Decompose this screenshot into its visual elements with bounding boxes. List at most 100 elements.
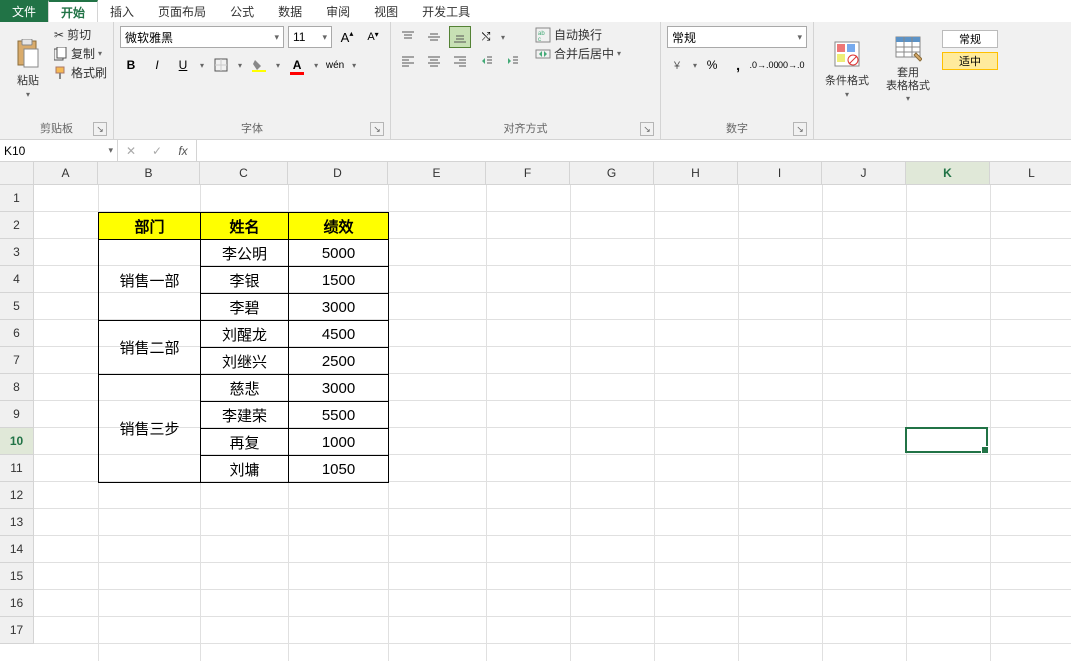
fill-color-button[interactable]: [248, 54, 270, 76]
col-header-G[interactable]: G: [570, 162, 654, 185]
row-header-13[interactable]: 13: [0, 509, 34, 536]
name-cell[interactable]: 李建荣: [201, 402, 289, 429]
formula-input[interactable]: [197, 140, 1071, 161]
col-header-F[interactable]: F: [486, 162, 570, 185]
comma-button[interactable]: ,: [727, 54, 749, 76]
col-header-I[interactable]: I: [738, 162, 822, 185]
wrap-text-button[interactable]: abc 自动换行: [535, 26, 621, 43]
row-header-15[interactable]: 15: [0, 563, 34, 590]
row-header-17[interactable]: 17: [0, 617, 34, 644]
table-header[interactable]: 绩效: [289, 213, 389, 240]
row-header-4[interactable]: 4: [0, 266, 34, 293]
name-cell[interactable]: 李银: [201, 267, 289, 294]
font-color-button[interactable]: A: [286, 54, 308, 76]
table-header[interactable]: 部门: [99, 213, 201, 240]
row-header-5[interactable]: 5: [0, 293, 34, 320]
clipboard-dialog-launcher[interactable]: ↘: [93, 122, 107, 136]
alignment-dialog-launcher[interactable]: ↘: [640, 122, 654, 136]
col-header-J[interactable]: J: [822, 162, 906, 185]
merge-center-button[interactable]: 合并后居中 ▾: [535, 45, 621, 62]
number-dialog-launcher[interactable]: ↘: [793, 122, 807, 136]
tab-insert[interactable]: 插入: [98, 0, 146, 22]
name-cell[interactable]: 刘墉: [201, 456, 289, 483]
perf-cell[interactable]: 2500: [289, 348, 389, 375]
chevron-down-icon[interactable]: ▾: [350, 61, 358, 70]
tab-page-layout[interactable]: 页面布局: [146, 0, 218, 22]
tab-data[interactable]: 数据: [266, 0, 314, 22]
decrease-decimal-button[interactable]: .00→.0: [779, 54, 801, 76]
tab-developer[interactable]: 开发工具: [410, 0, 482, 22]
row-header-11[interactable]: 11: [0, 455, 34, 482]
row-header-16[interactable]: 16: [0, 590, 34, 617]
conditional-format-button[interactable]: 条件格式 ▾: [820, 26, 874, 110]
tab-view[interactable]: 视图: [362, 0, 410, 22]
name-cell[interactable]: 刘醒龙: [201, 321, 289, 348]
align-center-button[interactable]: [423, 50, 445, 72]
cell-style-normal[interactable]: 常规: [942, 30, 998, 48]
row-header-2[interactable]: 2: [0, 212, 34, 239]
dept-cell[interactable]: 销售一部: [99, 240, 201, 321]
row-header-6[interactable]: 6: [0, 320, 34, 347]
table-header[interactable]: 姓名: [201, 213, 289, 240]
tab-review[interactable]: 审阅: [314, 0, 362, 22]
select-all-corner[interactable]: [0, 162, 34, 185]
decrease-indent-button[interactable]: [475, 50, 497, 72]
perf-cell[interactable]: 1500: [289, 267, 389, 294]
cells-area[interactable]: 部门姓名绩效销售一部李公明5000李银1500李碧3000销售二部刘醒龙4500…: [34, 185, 1071, 661]
italic-button[interactable]: I: [146, 54, 168, 76]
bold-button[interactable]: B: [120, 54, 142, 76]
chevron-down-icon[interactable]: ▾: [198, 61, 206, 70]
row-header-9[interactable]: 9: [0, 401, 34, 428]
col-header-H[interactable]: H: [654, 162, 738, 185]
row-header-7[interactable]: 7: [0, 347, 34, 374]
copy-button[interactable]: 复制 ▾: [54, 45, 107, 62]
col-header-K[interactable]: K: [906, 162, 990, 185]
orientation-button[interactable]: ⤭: [475, 26, 497, 48]
name-box[interactable]: K10▾: [0, 140, 118, 161]
row-header-1[interactable]: 1: [0, 185, 34, 212]
perf-cell[interactable]: 5000: [289, 240, 389, 267]
name-cell[interactable]: 慈悲: [201, 375, 289, 402]
borders-button[interactable]: [210, 54, 232, 76]
align-middle-button[interactable]: [423, 26, 445, 48]
percent-button[interactable]: %: [701, 54, 723, 76]
dept-cell[interactable]: 销售二部: [99, 321, 201, 375]
perf-cell[interactable]: 3000: [289, 294, 389, 321]
increase-decimal-button[interactable]: .0→.00: [753, 54, 775, 76]
name-cell[interactable]: 李公明: [201, 240, 289, 267]
col-header-B[interactable]: B: [98, 162, 200, 185]
underline-button[interactable]: U: [172, 54, 194, 76]
col-header-A[interactable]: A: [34, 162, 98, 185]
accounting-format-button[interactable]: ￥: [667, 54, 689, 76]
increase-font-button[interactable]: A▴: [336, 26, 358, 48]
chevron-down-icon[interactable]: ▾: [501, 33, 505, 42]
font-size-select[interactable]: 11▾: [288, 26, 332, 48]
tab-formulas[interactable]: 公式: [218, 0, 266, 22]
row-header-3[interactable]: 3: [0, 239, 34, 266]
cell-style-neutral[interactable]: 适中: [942, 52, 998, 70]
name-cell[interactable]: 刘继兴: [201, 348, 289, 375]
perf-cell[interactable]: 4500: [289, 321, 389, 348]
perf-cell[interactable]: 3000: [289, 375, 389, 402]
row-header-8[interactable]: 8: [0, 374, 34, 401]
col-header-L[interactable]: L: [990, 162, 1071, 185]
perf-cell[interactable]: 1000: [289, 429, 389, 456]
perf-cell[interactable]: 1050: [289, 456, 389, 483]
tab-home[interactable]: 开始: [48, 0, 98, 22]
table-format-button[interactable]: 套用 表格格式 ▾: [878, 26, 938, 110]
number-format-select[interactable]: 常规▾: [667, 26, 807, 48]
cut-button[interactable]: ✂ 剪切: [54, 26, 107, 43]
row-header-10[interactable]: 10: [0, 428, 34, 455]
insert-function-button[interactable]: fx: [170, 140, 196, 161]
chevron-down-icon[interactable]: ▾: [274, 61, 282, 70]
font-family-select[interactable]: 微软雅黑▾: [120, 26, 284, 48]
col-header-C[interactable]: C: [200, 162, 288, 185]
cancel-formula-button[interactable]: ✕: [118, 140, 144, 161]
col-header-D[interactable]: D: [288, 162, 388, 185]
tab-file[interactable]: 文件: [0, 0, 48, 22]
phonetic-button[interactable]: wén: [324, 54, 346, 76]
name-cell[interactable]: 李碧: [201, 294, 289, 321]
increase-indent-button[interactable]: [501, 50, 523, 72]
align-right-button[interactable]: [449, 50, 471, 72]
format-painter-button[interactable]: 格式刷: [54, 64, 107, 81]
